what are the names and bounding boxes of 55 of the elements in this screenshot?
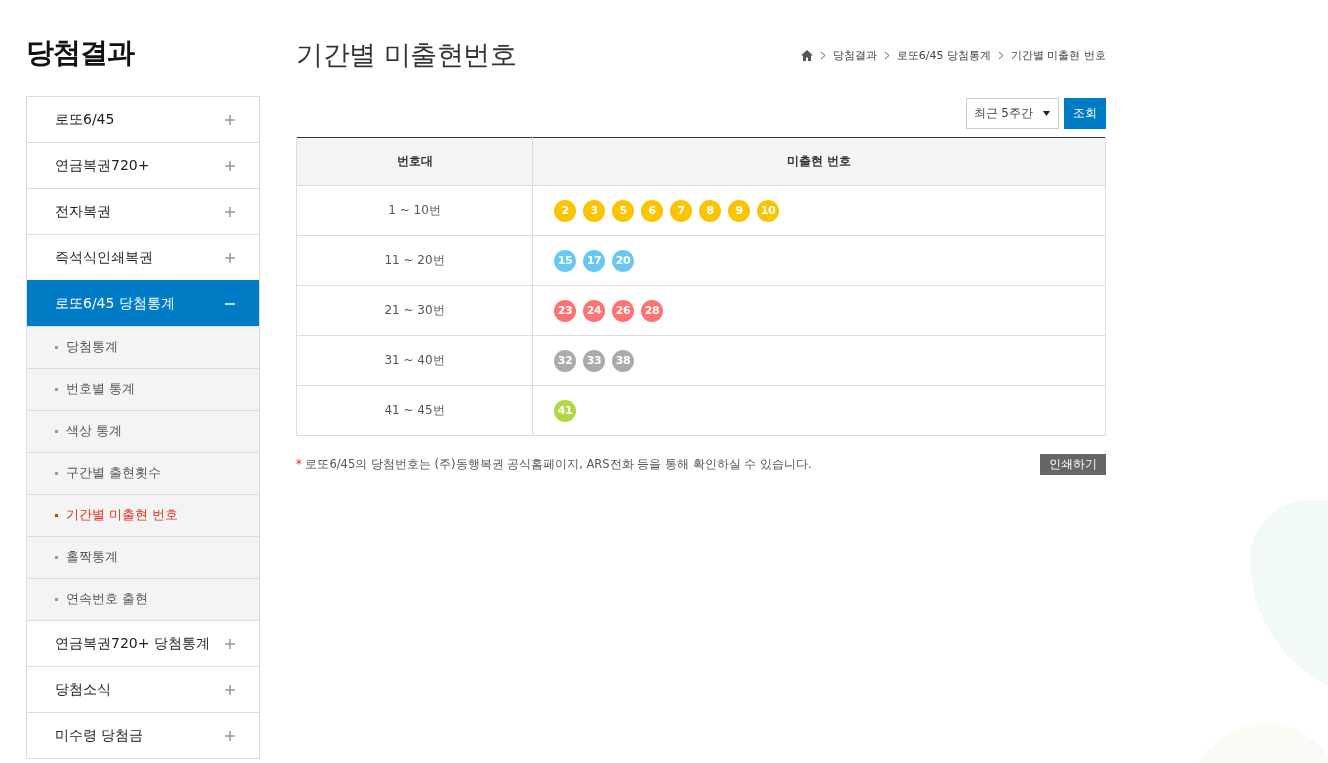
home-icon[interactable] (800, 49, 813, 61)
search-button[interactable]: 조회 (1064, 98, 1106, 129)
plus-icon (225, 206, 235, 217)
breadcrumb-link[interactable]: 기간별 미출현 번호 (1011, 47, 1106, 63)
plus-icon (225, 160, 235, 171)
plus-icon (225, 684, 235, 695)
number-ball: 2 (554, 199, 576, 222)
number-ball: 9 (728, 199, 750, 222)
number-ball: 7 (670, 199, 692, 222)
notice-text: * 로또6/45의 당첨번호는 (주)동행복권 공식홈페이지, ARS전화 등을 통해 확인하실 수 있습니다. (296, 457, 812, 472)
print-button[interactable]: 인쇄하기 (1040, 454, 1106, 475)
range-cell: 31 ~ 40번 (296, 335, 533, 386)
number-ball: 10 (757, 199, 779, 222)
number-ball: 20 (612, 249, 634, 272)
section-title: 당첨결과 (26, 35, 136, 71)
number-ball: 15 (554, 249, 576, 272)
number-ball: 23 (554, 299, 576, 322)
number-ball: 17 (583, 249, 605, 272)
period-dropdown[interactable]: 최근 5주간 (965, 98, 1059, 129)
number-ball: 8 (699, 199, 721, 222)
number-ball: 24 (583, 299, 605, 322)
chevron-icon (883, 50, 890, 60)
submenu-item[interactable]: 구간별 출현횟수 (27, 452, 259, 494)
number-ball: 5 (612, 199, 634, 222)
number-ball: 38 (612, 349, 634, 372)
submenu-item[interactable]: 색상 통계 (27, 410, 259, 452)
submenu-item[interactable]: 홀짝통계 (27, 536, 259, 578)
plus-icon (225, 114, 235, 125)
chevron-icon (998, 50, 1004, 60)
plus-icon (225, 730, 235, 741)
plus-icon (225, 638, 235, 649)
number-ball: 33 (583, 349, 605, 372)
column-header: 미출현 번호 (532, 137, 1106, 186)
submenu-item[interactable]: 당첨통계 (27, 326, 259, 368)
range-cell: 41 ~ 45번 (296, 385, 533, 436)
number-ball: 6 (641, 199, 663, 222)
breadcrumb-link[interactable]: 로또6/45 당첨통계 (896, 47, 991, 63)
number-ball: 26 (612, 299, 634, 322)
number-ball: 28 (641, 299, 663, 322)
caret-icon (1043, 111, 1050, 116)
page-title: 기간별 미출현번호 (296, 38, 517, 72)
range-cell: 1 ~ 10번 (296, 185, 533, 236)
number-ball: 41 (554, 399, 576, 422)
column-header: 번호대 (296, 137, 533, 186)
range-cell: 11 ~ 20번 (296, 235, 533, 286)
plus-icon (225, 252, 235, 263)
sidebar-item[interactable]: 로또6/45 당첨통계 (27, 280, 259, 326)
number-ball: 32 (554, 349, 576, 372)
submenu-item[interactable]: 번호별 통계 (27, 368, 259, 410)
submenu-item[interactable]: 연속번호 출현 (27, 578, 259, 620)
range-cell: 21 ~ 30번 (296, 285, 533, 336)
chevron-icon (819, 50, 826, 60)
breadcrumb-link[interactable]: 당첨결과 (832, 47, 877, 63)
submenu-item[interactable]: 기간별 미출현 번호 (27, 494, 259, 536)
number-ball: 3 (583, 199, 605, 222)
